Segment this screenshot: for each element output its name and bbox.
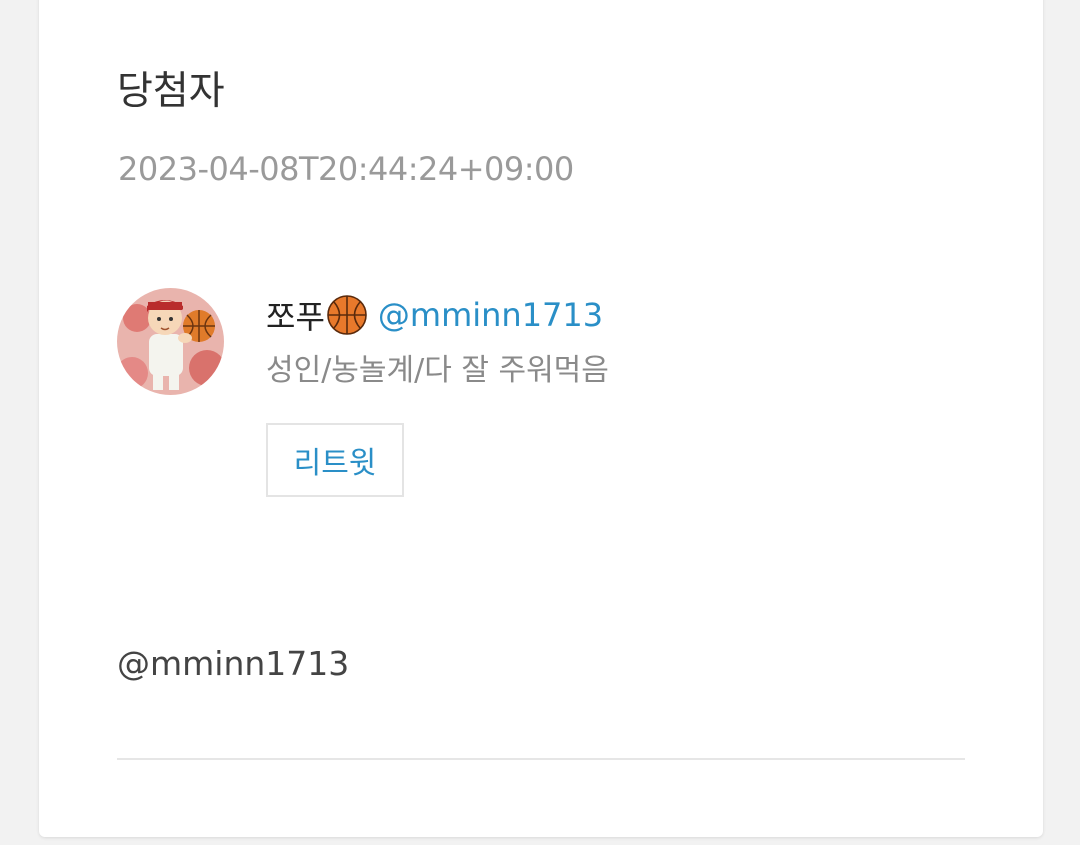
user-bio: 성인/농놀계/다 잘 주워먹음 [266,353,609,388]
page-title: 당첨자 [117,69,225,114]
post-card [39,0,1043,837]
retweet-button[interactable]: 리트윗 [266,423,404,497]
tweet-user-line: 쪼푸 @mminn1713 [266,294,603,336]
divider [117,758,965,760]
basketball-icon [326,294,368,336]
user-handle-link[interactable]: @mminn1713 [378,296,603,334]
avatar[interactable] [117,288,224,395]
avatar-illustration [117,288,224,395]
display-name[interactable]: 쪼푸 [266,292,325,338]
post-timestamp: 2023-04-08T20:44:24+09:00 [118,150,574,188]
post-body-text: @mminn1713 [117,644,350,683]
